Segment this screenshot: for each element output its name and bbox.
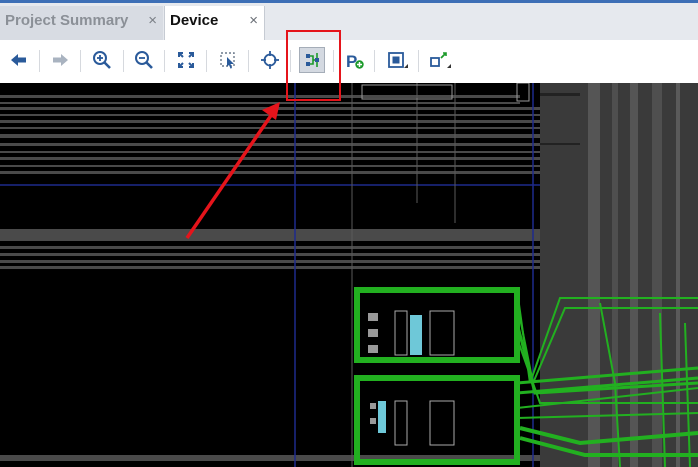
forward-button[interactable] [47, 47, 73, 73]
fit-icon [178, 52, 194, 68]
tab-project-summary[interactable]: Project Summary × [0, 6, 163, 43]
close-icon[interactable]: × [148, 6, 157, 36]
autofit-selection-button[interactable] [257, 47, 283, 73]
zoom-selected-icon [220, 52, 235, 69]
cell-icon [430, 52, 451, 68]
toolbar-separator [123, 50, 124, 72]
device-view-canvas[interactable] [0, 83, 698, 467]
create-pblock-button[interactable]: P [342, 47, 368, 73]
close-icon[interactable]: × [249, 6, 258, 36]
top-logic-cells [361, 83, 530, 102]
toolbar-separator [39, 50, 40, 72]
vertical-tile-lines [351, 83, 456, 467]
svg-text:P: P [346, 52, 357, 71]
toolbar-separator [418, 50, 419, 72]
cell-menu-button[interactable] [426, 47, 452, 73]
tab-label: Project Summary [5, 12, 129, 29]
tab-bar: Project Summary × Device × [0, 0, 698, 43]
toolbar-separator [248, 50, 249, 72]
zoom-fit-button[interactable] [173, 47, 199, 73]
zoom-selected-button[interactable] [215, 47, 241, 73]
right-dense-columns [540, 83, 698, 467]
toolbar-separator [374, 50, 375, 72]
tab-device[interactable]: Device × [164, 6, 265, 43]
device-window: Project Summary × Device × P [0, 0, 698, 467]
highlight-rectangle [286, 30, 341, 101]
zoom-in-icon [93, 51, 111, 69]
region-icon [388, 52, 408, 68]
zoom-in-button[interactable] [89, 47, 115, 73]
pblock-icon: P [346, 52, 364, 71]
zoom-out-icon [135, 51, 153, 69]
draw-pblock-button[interactable] [383, 47, 409, 73]
tab-label: Device [170, 12, 219, 29]
arrow-left-icon [11, 54, 26, 66]
device-toolbar: P [0, 40, 698, 83]
zoom-out-button[interactable] [131, 47, 157, 73]
back-button[interactable] [6, 47, 32, 73]
toolbar-separator [164, 50, 165, 72]
toolbar-separator [206, 50, 207, 72]
arrow-right-icon [53, 54, 68, 66]
toolbar-separator [80, 50, 81, 72]
crosshair-icon [261, 51, 279, 69]
device-layout [0, 83, 698, 467]
